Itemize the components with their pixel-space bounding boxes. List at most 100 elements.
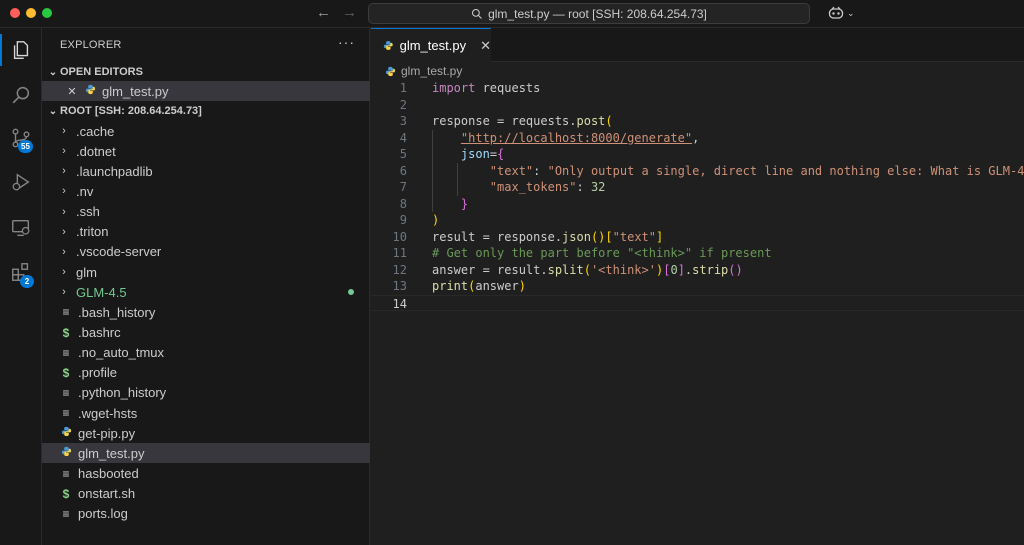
text-file-icon: ≡ (62, 406, 70, 421)
breadcrumb[interactable]: glm_test.py (385, 64, 462, 78)
file-item[interactable]: glm_test.py (42, 443, 370, 464)
command-center-label: glm_test.py — root [SSH: 208.64.254.73] (488, 6, 707, 21)
chevron-down-icon: ⌄ (847, 7, 855, 18)
tree-item-label: .no_auto_tmux (78, 345, 165, 361)
search-button[interactable] (0, 75, 42, 115)
file-item[interactable]: ≡ ports.log (42, 504, 370, 524)
line-content: "http://localhost:8000/generate", (460, 130, 700, 145)
close-window-button[interactable] (10, 8, 20, 18)
line-number: 4 (399, 130, 407, 145)
text-file-icon: ≡ (62, 385, 70, 400)
line-content: response = requests.post( (432, 114, 613, 128)
line-number: 13 (392, 279, 407, 293)
tab-label: glm_test.py (399, 38, 467, 53)
file-item[interactable]: $ onstart.sh (42, 484, 370, 504)
line-content: print(answer) (432, 279, 526, 293)
back-arrow-icon[interactable]: ← (316, 4, 331, 21)
code-line: 11 # Get only the part before "<think>" i… (371, 245, 1024, 262)
python-file-icon (82, 84, 98, 98)
file-item[interactable]: ≡ hasbooted (42, 464, 370, 484)
command-center[interactable]: glm_test.py — root [SSH: 208.64.254.73] (368, 3, 810, 24)
shell-file-icon: $ (62, 486, 70, 501)
extensions-badge: 2 (20, 275, 34, 288)
folder-item[interactable]: › .dotnet (42, 141, 370, 161)
file-item[interactable]: ≡ .python_history (42, 383, 370, 403)
tree-item-label: get-pip.py (78, 425, 136, 441)
close-icon[interactable]: ✕ (480, 38, 491, 54)
forward-arrow-icon[interactable]: → (342, 4, 357, 21)
code-line: 12 answer = result.split('<think>')[0].st… (371, 262, 1024, 279)
text-file-icon: ≡ (62, 305, 70, 320)
explorer-button[interactable] (0, 30, 42, 70)
code-line: 6 "text": "Only output a single, direct … (371, 163, 1024, 180)
remote-explorer-button[interactable] (0, 208, 42, 248)
folder-item[interactable]: › .vscode-server (42, 242, 370, 262)
python-file-icon (58, 446, 74, 460)
copilot-menu[interactable]: ⌄ (828, 6, 855, 20)
line-content: "text": "Only output a single, direct li… (489, 163, 1024, 178)
close-icon[interactable]: ✕ (64, 85, 80, 98)
line-content: import requests (432, 81, 541, 95)
open-editors-label: OPEN EDITORS (60, 66, 143, 78)
file-item[interactable]: ≡ .no_auto_tmux (42, 343, 370, 363)
line-content: } (460, 196, 469, 211)
tree-item-label: .wget-hsts (78, 405, 138, 421)
chevron-right-icon: › (62, 125, 66, 137)
tree-item-label: glm (76, 264, 97, 280)
folder-item[interactable]: › .ssh (42, 202, 370, 222)
line-number: 1 (399, 81, 407, 95)
file-item[interactable]: $ .bashrc (42, 323, 370, 343)
chevron-right-icon: › (62, 205, 66, 218)
shell-file-icon: $ (62, 365, 70, 380)
line-number: 3 (399, 114, 407, 128)
folder-item[interactable]: › .triton (42, 222, 370, 242)
line-number: 11 (392, 246, 407, 260)
file-item[interactable]: $ .profile (42, 363, 370, 383)
title-bar: ← → glm_test.py — root [SSH: 208.64.254.… (0, 0, 1024, 28)
window-controls (10, 8, 52, 18)
code-line: 9) (371, 212, 1024, 229)
root-folder-section[interactable]: ⌄ ROOT [SSH: 208.64.254.73] (42, 102, 370, 120)
line-number: 7 (399, 180, 407, 194)
folder-item[interactable]: › glm (42, 262, 370, 282)
line-number: 10 (392, 229, 407, 244)
code-line: 2 (371, 97, 1024, 114)
tree-item-label: .triton (76, 224, 109, 240)
tree-item-label: .dotnet (76, 143, 116, 159)
open-editor-item[interactable]: ✕ glm_test.py (42, 81, 370, 101)
folder-item[interactable]: › .cache (42, 121, 370, 141)
file-item[interactable]: ≡ .wget-hsts (42, 403, 370, 423)
open-editor-label: glm_test.py (102, 83, 169, 99)
tab-glm-test[interactable]: glm_test.py ✕ (371, 28, 491, 62)
run-debug-button[interactable] (0, 162, 42, 202)
folder-item[interactable]: › .launchpadlib (42, 161, 370, 181)
tree-item-label: .cache (76, 123, 115, 139)
activity-bar: 55 2 (0, 28, 42, 545)
code-line: 13 print(answer) (371, 278, 1024, 295)
tree-item-label: .launchpadlib (76, 163, 153, 179)
extensions-button[interactable]: 2 (0, 252, 42, 292)
line-number: 8 (399, 196, 407, 211)
chevron-right-icon: › (62, 145, 66, 158)
root-folder-label: ROOT [SSH: 208.64.254.73] (60, 105, 202, 117)
line-content: ) (432, 213, 440, 227)
file-item[interactable]: ≡ .bash_history (42, 302, 370, 322)
minimize-window-button[interactable] (26, 8, 36, 18)
tree-item-label: .python_history (78, 385, 167, 401)
folder-item[interactable]: › .nv (42, 181, 370, 201)
folder-item[interactable]: › GLM-4.5 (42, 282, 370, 302)
file-item[interactable]: get-pip.py (42, 423, 370, 443)
zoom-window-button[interactable] (42, 8, 52, 18)
text-file-icon: ≡ (62, 466, 70, 481)
shell-file-icon: $ (62, 325, 70, 340)
source-control-badge: 55 (18, 140, 33, 153)
open-editors-section[interactable]: ⌄ OPEN EDITORS (42, 63, 370, 81)
chevron-right-icon: › (62, 245, 66, 258)
tree-item-label: .bashrc (78, 325, 121, 340)
search-icon (12, 86, 30, 104)
source-control-button[interactable]: 55 (0, 118, 42, 158)
line-content: "max_tokens": 32 (489, 180, 606, 194)
code-line: 7 "max_tokens": 32 (371, 179, 1024, 196)
line-content: answer = result.split('<think>')[0].stri… (432, 262, 743, 277)
more-actions-icon[interactable]: ··· (338, 34, 355, 50)
